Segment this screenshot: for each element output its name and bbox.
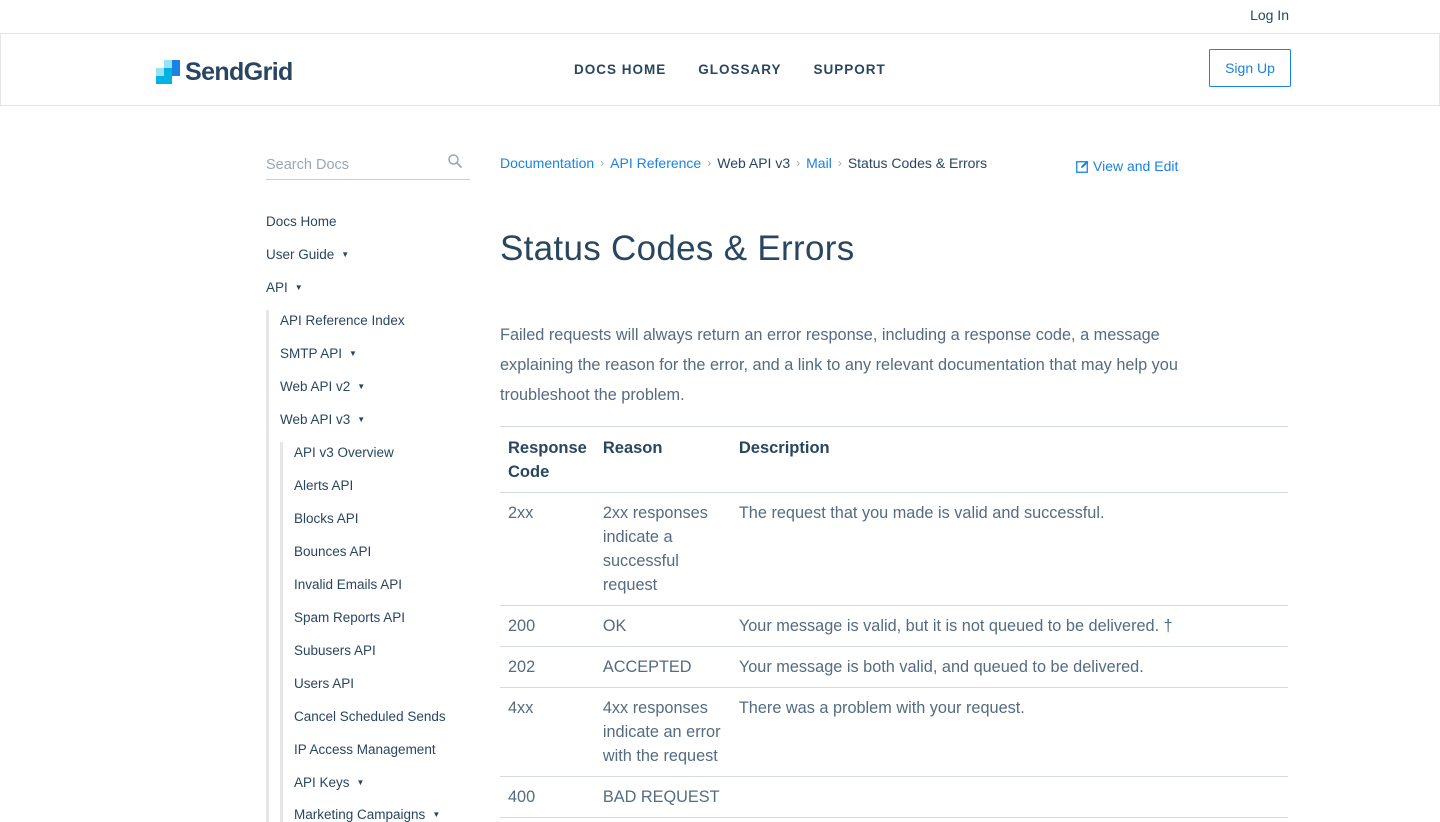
sidebar-item-api[interactable]: API ▼ (266, 280, 303, 295)
sidebar-item-web-api-v2[interactable]: Web API v2 ▼ (280, 379, 365, 394)
cell-description: Your message is valid, but it is not que… (738, 617, 1173, 635)
sidebar-rail-level-1 (266, 310, 269, 822)
sidebar-item-alerts-api[interactable]: Alerts API (294, 478, 353, 493)
search-input[interactable] (266, 150, 441, 178)
caret-down-icon: ▼ (357, 382, 366, 391)
sign-up-button[interactable]: Sign Up (1209, 49, 1291, 87)
chevron-right-icon: › (796, 156, 801, 170)
cell-description: The request that you made is valid and s… (738, 504, 1105, 522)
caret-down-icon: ▼ (294, 283, 303, 292)
table-row: 200 OK Your message is valid, but it is … (500, 606, 1288, 647)
breadcrumb-documentation[interactable]: Documentation (500, 155, 594, 171)
cell-reason: 4xx responses indicate an error with the… (602, 699, 721, 765)
caret-down-icon: ▼ (356, 778, 365, 787)
cell-code: 4xx (508, 699, 534, 717)
breadcrumb-mail[interactable]: Mail (806, 155, 832, 171)
nav-support[interactable]: SUPPORT (814, 62, 886, 77)
cell-code: 400 (508, 788, 536, 806)
view-and-edit-label: View and Edit (1093, 158, 1179, 174)
search-icon[interactable] (447, 153, 463, 169)
cell-code: 202 (508, 658, 536, 676)
cell-reason: 2xx responses indicate a successful requ… (602, 504, 708, 594)
caret-down-icon: ▼ (349, 349, 357, 358)
sidebar-item-bounces-api[interactable]: Bounces API (294, 544, 371, 559)
sidebar-item-docs-home[interactable]: Docs Home (266, 214, 337, 229)
brand-name: SendGrid (185, 57, 293, 86)
sidebar-item-cancel-scheduled-sends[interactable]: Cancel Scheduled Sends (294, 709, 446, 724)
sidebar-item-marketing-campaigns[interactable]: Marketing Campaigns ▼ (294, 807, 440, 822)
sidebar-item-web-api-v3[interactable]: Web API v3 ▼ (280, 412, 365, 427)
main-nav: DOCS HOME GLOSSARY SUPPORT (574, 62, 886, 77)
cell-reason: BAD REQUEST (602, 788, 720, 806)
top-utility-bar: Log In (0, 0, 1440, 33)
cell-description: There was a problem with your request. (738, 699, 1025, 717)
column-header-response-code: Response Code (508, 439, 587, 481)
column-header-reason: Reason (602, 439, 663, 457)
status-codes-table: Response Code Reason Description 2xx 2xx… (500, 426, 1288, 818)
sidebar-item-api-reference-index[interactable]: API Reference Index (280, 313, 405, 328)
breadcrumb-api-reference[interactable]: API Reference (610, 155, 701, 171)
chevron-right-icon: › (600, 156, 605, 170)
sidebar-item-blocks-api[interactable]: Blocks API (294, 511, 359, 526)
breadcrumb-web-api-v3: Web API v3 (717, 155, 791, 171)
table-row: 4xx 4xx responses indicate an error with… (500, 688, 1288, 777)
sidebar-item-ip-access-management[interactable]: IP Access Management (294, 742, 436, 757)
table-header-row: Response Code Reason Description (500, 427, 1288, 493)
nav-glossary[interactable]: GLOSSARY (698, 62, 781, 77)
cell-reason: OK (602, 617, 627, 635)
cell-code: 200 (508, 617, 536, 635)
sidebar-item-subusers-api[interactable]: Subusers API (294, 643, 376, 658)
caret-down-icon: ▼ (432, 810, 441, 819)
nav-docs-home[interactable]: DOCS HOME (574, 62, 666, 77)
intro-paragraph: Failed requests will always return an er… (500, 326, 1178, 404)
table-row: 2xx 2xx responses indicate a successful … (500, 493, 1288, 606)
cell-description: Your message is both valid, and queued t… (738, 658, 1144, 676)
sidebar-rail-level-2 (280, 442, 283, 822)
chevron-right-icon: › (707, 156, 712, 170)
cell-description (731, 777, 1288, 818)
table-row: 400 BAD REQUEST (500, 777, 1288, 818)
site-header: SendGrid DOCS HOME GLOSSARY SUPPORT Sign… (0, 33, 1440, 106)
column-header-description: Description (738, 439, 830, 457)
sidebar-item-smtp-api[interactable]: SMTP API ▼ (280, 346, 357, 361)
caret-down-icon: ▼ (341, 250, 350, 259)
sidebar-item-user-guide[interactable]: User Guide ▼ (266, 247, 349, 262)
sendgrid-logo-icon (156, 59, 181, 85)
login-link[interactable]: Log In (1250, 7, 1289, 23)
sidebar-item-api-keys[interactable]: API Keys ▼ (294, 775, 364, 790)
page-title: Status Codes & Errors (500, 229, 855, 268)
chevron-right-icon: › (837, 156, 842, 170)
sidebar-item-spam-reports-api[interactable]: Spam Reports API (294, 610, 405, 625)
sidebar-item-users-api[interactable]: Users API (294, 676, 354, 691)
sendgrid-logo[interactable]: SendGrid (156, 58, 293, 86)
breadcrumb-current: Status Codes & Errors (847, 155, 988, 171)
table-row: 202 ACCEPTED Your message is both valid,… (500, 647, 1288, 688)
sidebar-item-api-v3-overview[interactable]: API v3 Overview (294, 445, 394, 460)
caret-down-icon: ▼ (357, 415, 366, 424)
cell-code: 2xx (508, 504, 534, 522)
view-and-edit-link[interactable]: View and Edit (1076, 158, 1178, 174)
breadcrumb: Documentation › API Reference › Web API … (500, 155, 987, 171)
search-docs (266, 150, 470, 180)
cell-reason: ACCEPTED (602, 658, 692, 676)
edit-icon (1076, 160, 1089, 173)
sidebar-item-invalid-emails-api[interactable]: Invalid Emails API (294, 577, 402, 592)
